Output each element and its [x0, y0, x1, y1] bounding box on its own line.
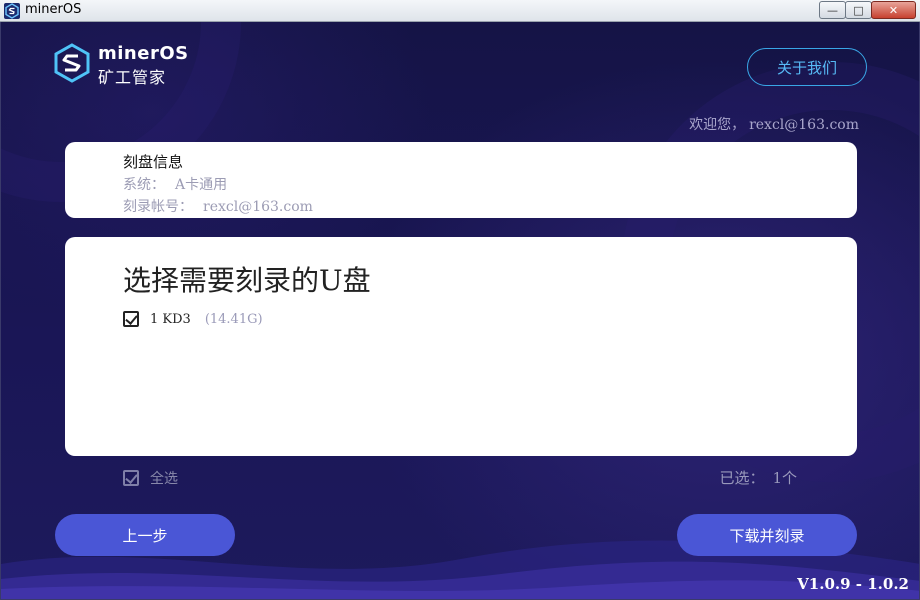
minimize-button[interactable]: —	[819, 1, 846, 19]
welcome-text: 欢迎您， rexcl@163.com	[689, 114, 859, 134]
select-all-label: 全选	[150, 471, 178, 487]
download-and-burn-button[interactable]: 下载并刻录	[677, 514, 857, 556]
burn-info-card: 刻盘信息 系统： A卡通用 刻录帐号： rexcl@163.com	[65, 142, 857, 218]
select-all-checkbox[interactable]	[123, 470, 139, 486]
welcome-user: rexcl@163.com	[749, 117, 859, 133]
account-row: 刻录帐号： rexcl@163.com	[123, 196, 313, 216]
selected-count: 已选： 1个	[719, 467, 797, 488]
title-bar: minerOS — □ ✕	[0, 0, 920, 22]
account-label: 刻录帐号：	[123, 199, 193, 215]
app-logo-icon	[4, 3, 20, 19]
maximize-button[interactable]: □	[845, 1, 872, 19]
close-button[interactable]: ✕	[871, 1, 916, 19]
system-row: 系统： A卡通用	[123, 174, 227, 194]
about-us-button[interactable]: 关于我们	[747, 48, 867, 86]
brand-name-cn: 矿工管家	[98, 68, 167, 87]
burn-info-heading: 刻盘信息	[123, 153, 184, 171]
hexagon-s-logo-icon	[54, 43, 90, 83]
account-value: rexcl@163.com	[203, 199, 313, 215]
window-controls: — □ ✕	[819, 1, 916, 19]
drive-name: 1 KD3	[150, 311, 191, 327]
system-value: A卡通用	[175, 177, 228, 193]
drive-checkbox[interactable]	[123, 311, 139, 327]
previous-step-button[interactable]: 上一步	[55, 514, 235, 556]
brand-name: minerOS	[98, 43, 189, 64]
window-title: minerOS	[25, 2, 82, 17]
brand-logo: minerOS 矿工管家	[53, 43, 193, 91]
system-label: 系统：	[123, 177, 165, 193]
selected-count-value: 1个	[772, 469, 797, 487]
drive-size: (14.41G)	[204, 311, 263, 327]
selected-count-label: 已选：	[719, 469, 765, 487]
drive-list-item[interactable]: 1 KD3 (14.41G)	[123, 310, 263, 328]
drive-select-heading: 选择需要刻录的U盘	[123, 264, 371, 297]
version-label: V1.0.9 - 1.0.2	[797, 575, 909, 593]
select-all-toggle[interactable]: 全选	[123, 468, 178, 488]
main-window: minerOS 矿工管家 关于我们 欢迎您， rexcl@163.com 刻盘信息…	[0, 22, 920, 600]
welcome-prefix: 欢迎您，	[689, 117, 746, 133]
drive-select-card: 选择需要刻录的U盘 1 KD3 (14.41G)	[65, 237, 857, 456]
